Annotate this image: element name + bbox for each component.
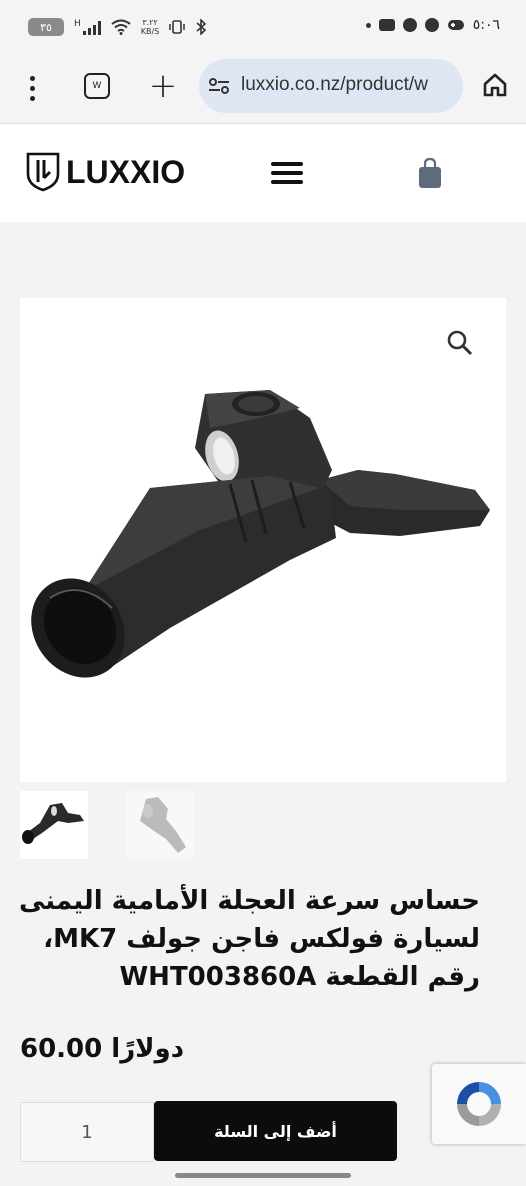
tab-switcher-button[interactable]: W [84, 73, 110, 99]
menu-dots-icon[interactable] [20, 72, 44, 104]
signal-icon: H [74, 19, 101, 35]
hamburger-menu-icon[interactable] [271, 162, 303, 184]
thumbnail-image-1[interactable] [20, 791, 88, 859]
address-bar[interactable]: luxxio.co.nz/product/w [199, 59, 463, 113]
chat-icon [424, 18, 439, 32]
clock: ٥:٠٦ [472, 17, 500, 33]
site-logo[interactable]: LUXXIO [26, 152, 185, 192]
shopping-bag-icon[interactable] [417, 157, 443, 189]
bluetooth-icon [196, 19, 207, 35]
quantity-input[interactable]: 1 [20, 1102, 154, 1162]
product-photo [31, 390, 490, 678]
site-header: LUXXIO [0, 124, 526, 222]
url-text: luxxio.co.nz/product/w [241, 74, 428, 95]
product-image[interactable] [20, 298, 506, 782]
recaptcha-icon [457, 1082, 501, 1126]
status-bar-left: ٣٥ H ٣.٢٢ KB/S [28, 18, 207, 36]
speed-value: ٣.٢٢ [142, 18, 158, 27]
battery-indicator: ٣٥ [28, 18, 64, 36]
logo-shield-icon [26, 152, 60, 192]
gesture-nav-handle[interactable] [175, 1173, 351, 1178]
browser-toolbar: W + luxxio.co.nz/product/w [0, 56, 526, 124]
network-type-label: H [74, 19, 81, 29]
vibrate-icon [169, 20, 186, 34]
site-settings-icon[interactable] [208, 76, 230, 96]
add-to-cart-button[interactable]: أضف إلى السلة [154, 1101, 397, 1161]
new-tab-plus-icon[interactable]: + [148, 66, 178, 106]
recaptcha-badge[interactable] [432, 1064, 526, 1144]
speed-unit: KB/S [140, 27, 160, 36]
youtube-icon [378, 19, 395, 31]
facebook-icon [402, 18, 417, 32]
thumbnail-sensor-icon [22, 803, 84, 844]
thumbnail-image-2[interactable] [126, 791, 194, 859]
home-icon[interactable] [482, 72, 508, 98]
wifi-icon [111, 19, 131, 35]
status-bar-right: ٥:٠٦ [365, 17, 500, 33]
status-bar: ٣٥ H ٣.٢٢ KB/S ٥:٠٦ [0, 0, 526, 56]
zoom-icon[interactable] [447, 330, 473, 356]
network-speed: ٣.٢٢ KB/S [141, 18, 160, 36]
product-title: حساس سرعة العجلة الأمامية اليمنى لسيارة … [18, 886, 480, 992]
product-price: دولارًا 60.00 [20, 1034, 185, 1064]
notification-dot-icon [365, 22, 371, 28]
logo-text: LUXXIO [66, 153, 186, 190]
image-thumbnails [20, 791, 194, 859]
thumbnail-sensor-alt-icon [140, 797, 186, 853]
gamepad-icon [447, 20, 464, 30]
